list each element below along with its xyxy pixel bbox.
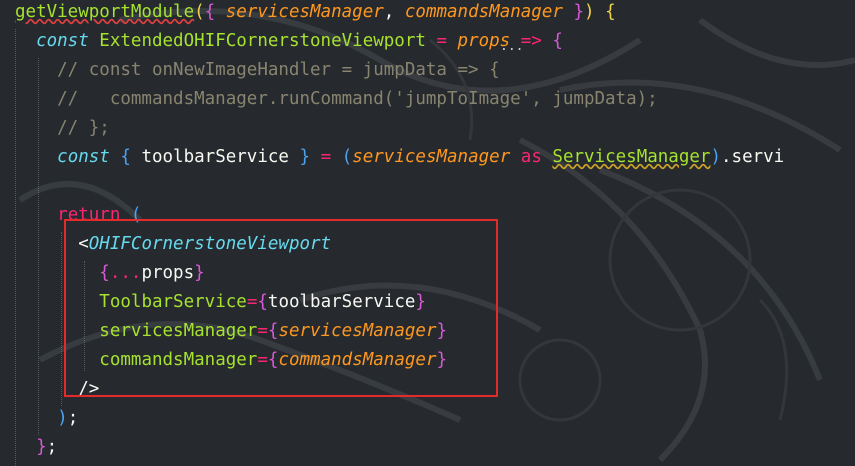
highlight-box [64, 219, 498, 397]
code-token: // }; [15, 118, 110, 138]
code-token: servicesManager [225, 2, 384, 22]
code-token: { [204, 2, 226, 22]
code-token: } [36, 437, 47, 457]
code-line[interactable]: }; [15, 433, 57, 462]
code-token: servicesManager [352, 147, 511, 167]
code-token: getViewportModule [15, 2, 195, 22]
code-token: const [57, 147, 121, 167]
code-token: ExtendedOHIFCornerstoneViewport [99, 31, 426, 51]
code-line[interactable]: const { toolbarService } = (servicesMana… [15, 143, 784, 172]
code-token: } [288, 147, 321, 167]
code-token: ) [57, 408, 68, 428]
code-token: ( [194, 2, 205, 22]
code-line[interactable]: // const onNewImageHandler = jumpData =>… [15, 56, 500, 85]
code-token: ; [67, 408, 79, 428]
code-token: // const onNewImageHandler = jumpData =>… [15, 60, 500, 80]
code-token: ; [46, 437, 58, 457]
code-line[interactable]: // commandsManager.runCommand('jumpToIma… [15, 85, 658, 114]
code-token: toolbarService [141, 147, 289, 167]
code-token: ( [341, 147, 353, 167]
code-token: .servi [721, 147, 785, 167]
code-editor[interactable]: getViewportModule({ servicesManager, com… [0, 0, 855, 466]
code-token: // commandsManager.runCommand('jumpToIma… [15, 89, 658, 109]
code-token: commandsManager [404, 2, 563, 22]
code-token: { [605, 2, 616, 22]
code-token: ) [710, 147, 721, 167]
code-line[interactable]: const ExtendedOHIFCornerstoneViewport = … [15, 27, 563, 56]
code-token: as [510, 147, 553, 167]
code-token: const [36, 31, 100, 51]
code-token: ) [584, 2, 606, 22]
code-line[interactable]: getViewportModule({ servicesManager, com… [15, 0, 616, 27]
code-token: { [552, 31, 563, 51]
code-token: ServicesManager [552, 147, 711, 167]
code-line[interactable]: ); [15, 404, 78, 433]
code-token: = [425, 31, 458, 51]
code-line[interactable]: // }; [15, 114, 110, 143]
code-token: } [562, 2, 584, 22]
code-token: { [120, 147, 142, 167]
hover-hint-dots: ... [500, 39, 524, 54]
code-token: , [383, 2, 405, 22]
code-token: = [320, 147, 342, 167]
